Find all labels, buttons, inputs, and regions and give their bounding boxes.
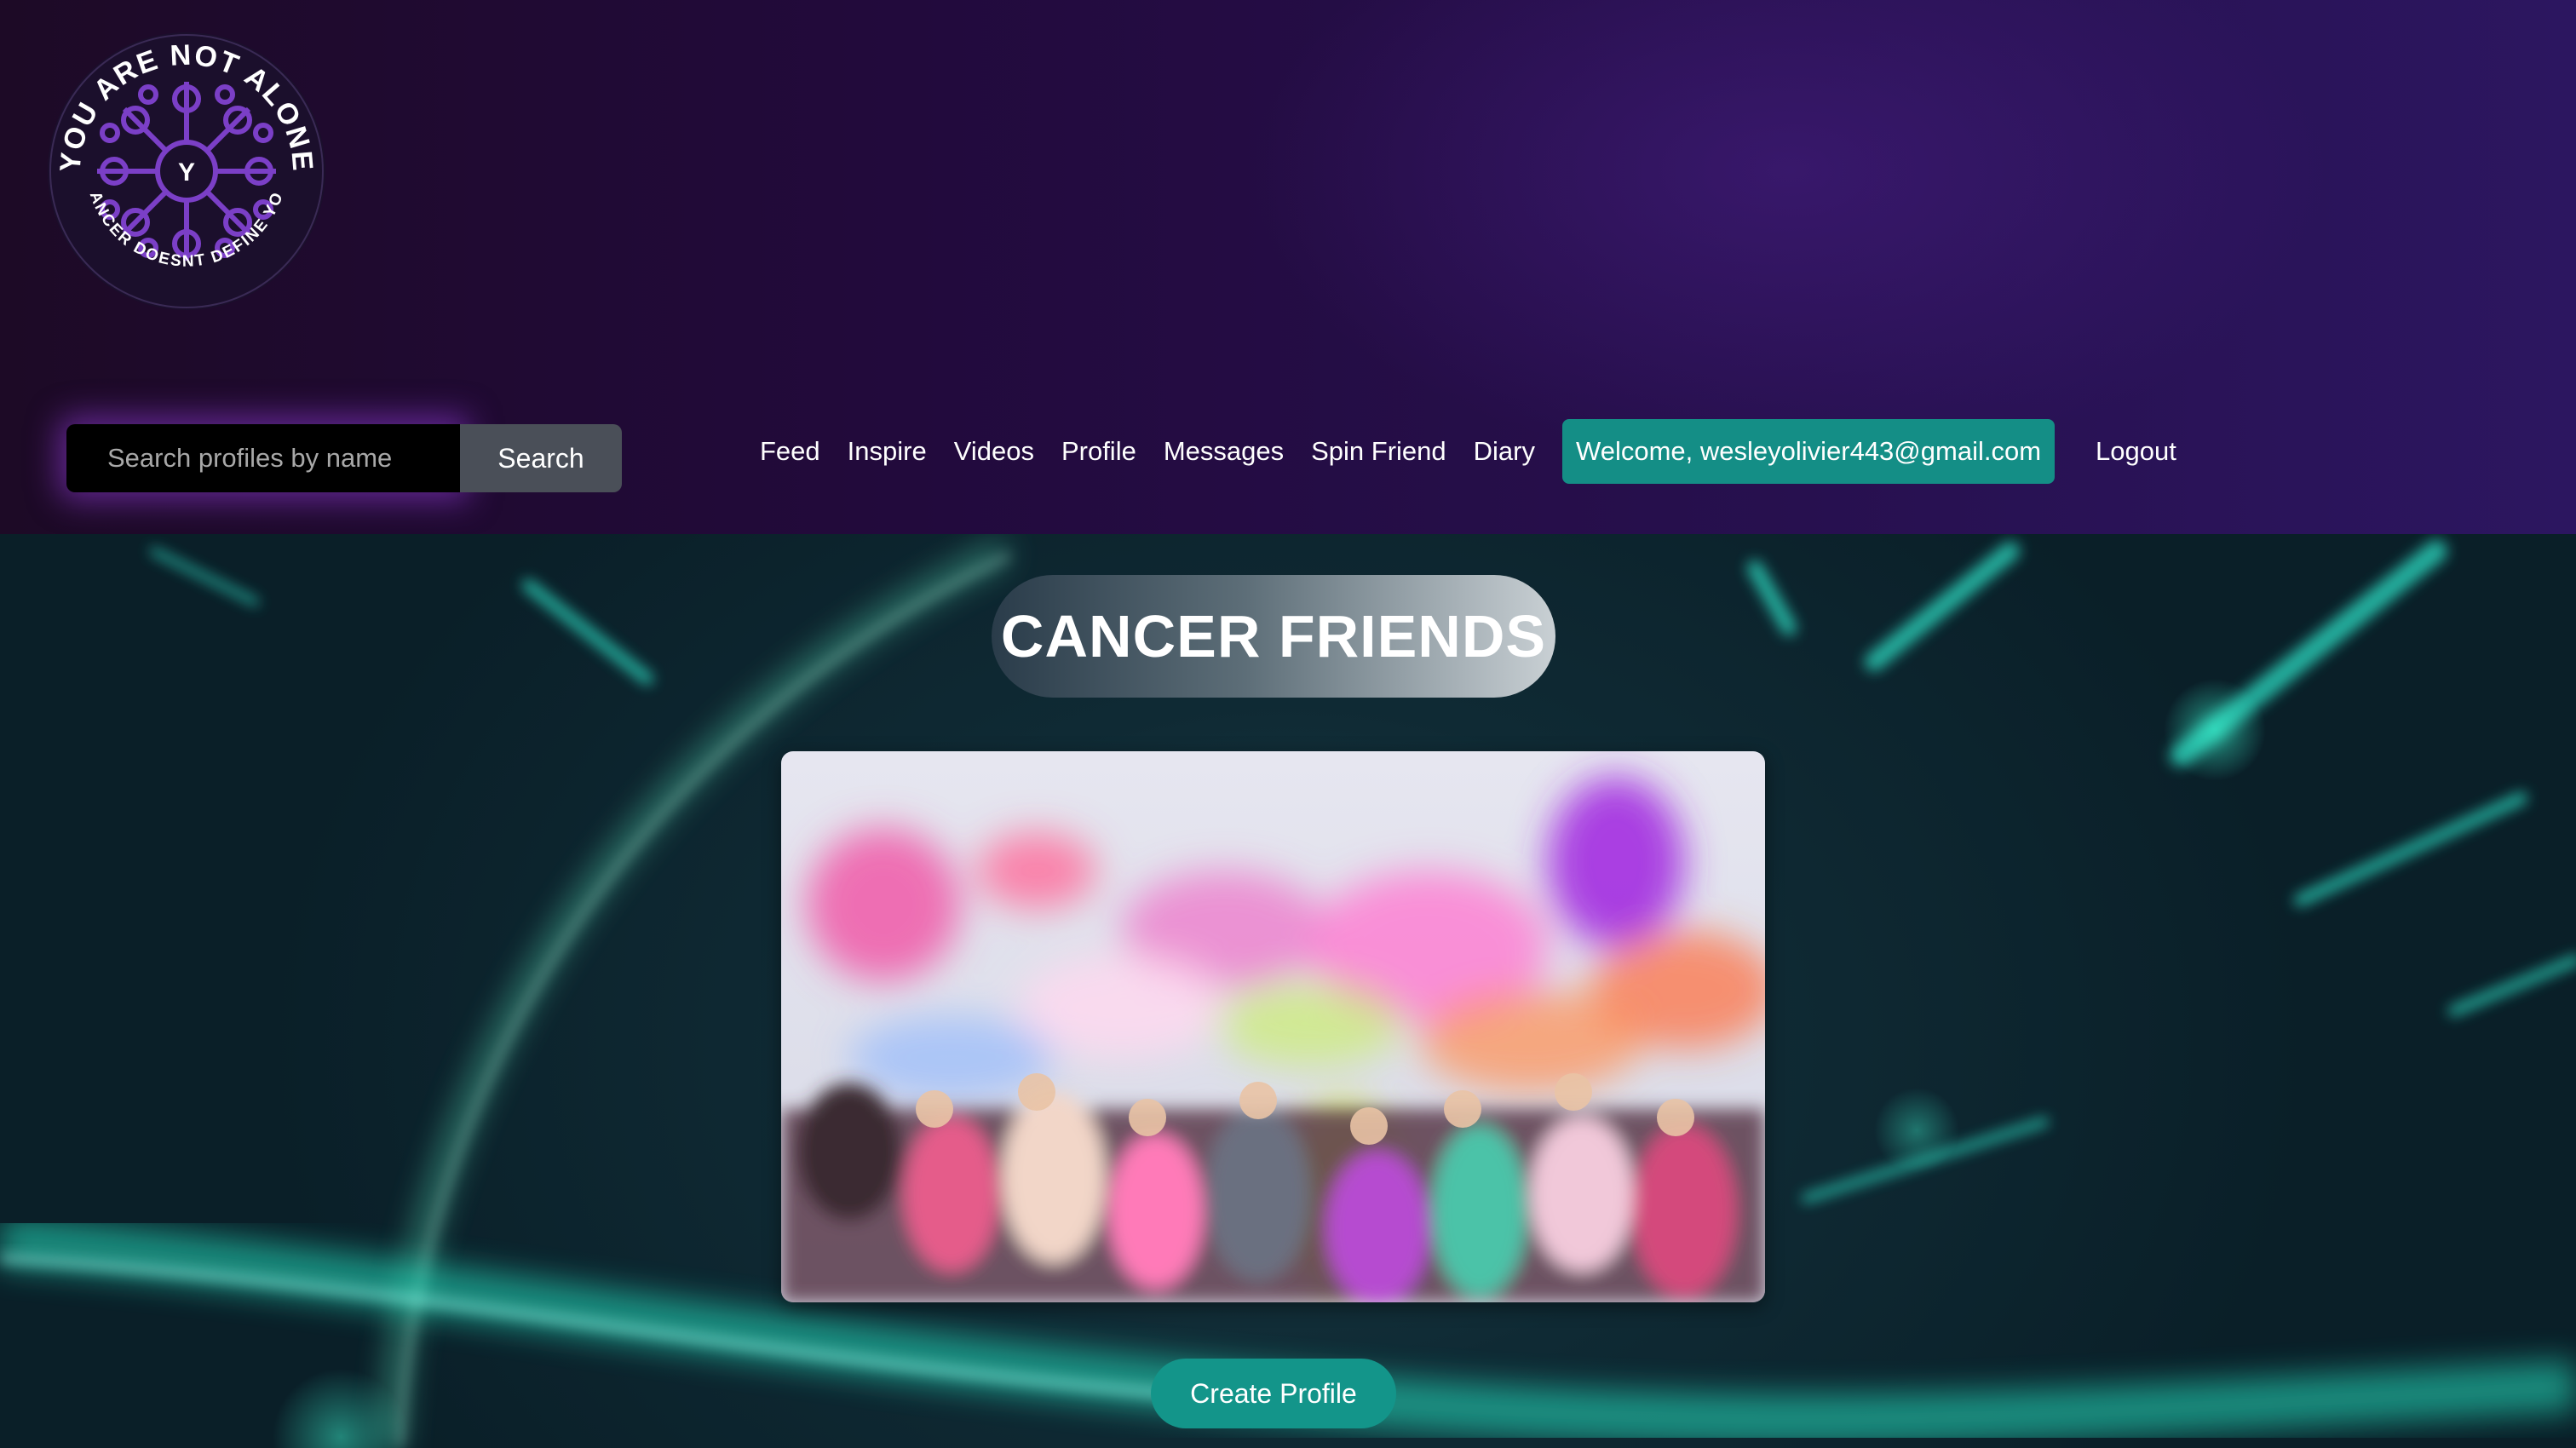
site-logo[interactable]: Y YOU ARE NOT ALONE CANCER DOESNT DEFINE…	[46, 31, 327, 312]
hero-image	[781, 751, 1765, 1302]
nav-diary[interactable]: Diary	[1460, 436, 1549, 467]
nav-profile[interactable]: Profile	[1048, 436, 1150, 467]
main-content: CANCER FRIENDS Create Profile	[0, 534, 2576, 1448]
hero-photo-crowd-color-powder	[781, 751, 1765, 1302]
search-button[interactable]: Search	[460, 424, 622, 492]
welcome-badge: Welcome, wesleyolivier443@gmail.com	[1562, 419, 2056, 484]
nav-inspire[interactable]: Inspire	[834, 436, 940, 467]
logo-center-letter: Y	[178, 158, 195, 187]
search-bar: Search	[66, 424, 622, 492]
nav-feed[interactable]: Feed	[746, 436, 834, 467]
search-input[interactable]	[66, 424, 460, 492]
nav-videos[interactable]: Videos	[940, 436, 1048, 467]
create-profile-button[interactable]: Create Profile	[1151, 1359, 1396, 1428]
logout-link[interactable]: Logout	[2082, 436, 2190, 467]
nav-spin-friend[interactable]: Spin Friend	[1297, 436, 1460, 467]
logo-emblem: Y YOU ARE NOT ALONE CANCER DOESNT DEFINE…	[46, 31, 325, 310]
main-nav: Feed Inspire Videos Profile Messages Spi…	[746, 419, 2190, 484]
site-header: Y YOU ARE NOT ALONE CANCER DOESNT DEFINE…	[0, 0, 2576, 534]
page-title: CANCER FRIENDS	[992, 575, 1555, 698]
nav-messages[interactable]: Messages	[1150, 436, 1297, 467]
